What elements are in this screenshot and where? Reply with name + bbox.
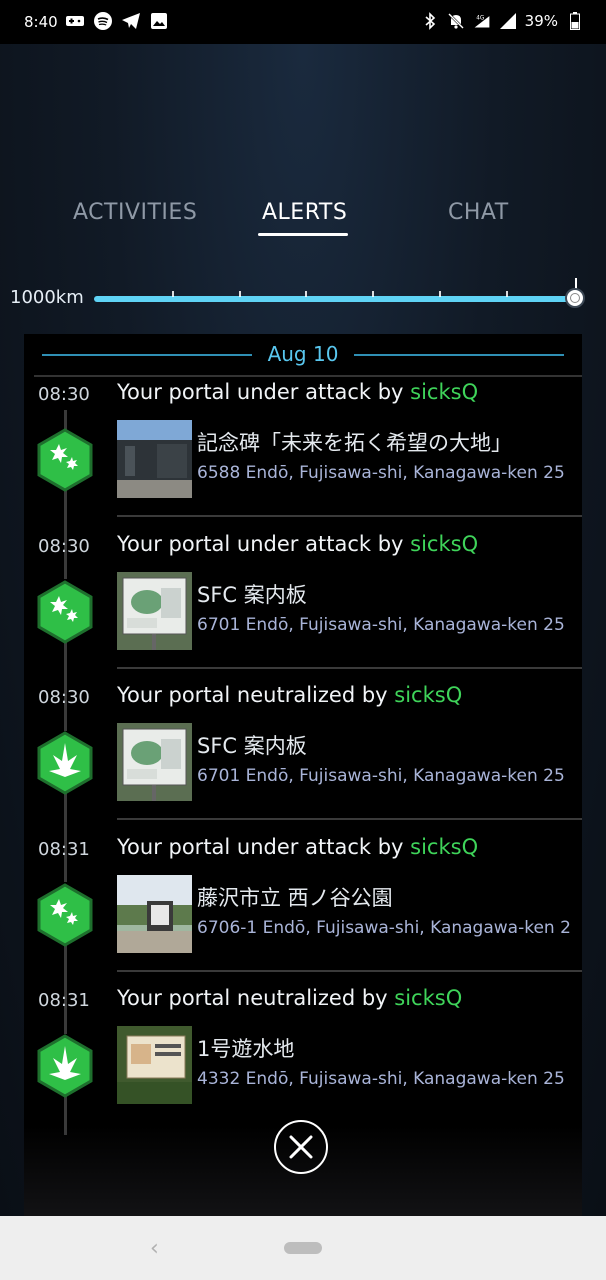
close-icon bbox=[289, 1135, 313, 1159]
portal-address: 6588 Endō, Fujisawa-shi, Kanagawa-ken 25 bbox=[197, 463, 565, 483]
alert-separator bbox=[117, 818, 582, 820]
alert-message: Your portal neutralized by sicksQ bbox=[117, 986, 462, 1010]
home-pill-icon[interactable] bbox=[284, 1242, 322, 1254]
alert-message-text: Your portal under attack by bbox=[117, 834, 411, 859]
range-tick bbox=[239, 291, 241, 297]
alert-time: 08:30 bbox=[38, 687, 90, 708]
battery-icon bbox=[566, 12, 584, 30]
alert-time: 08:31 bbox=[38, 990, 90, 1011]
close-button[interactable] bbox=[274, 1120, 328, 1174]
alert-message-text: Your portal neutralized by bbox=[117, 986, 395, 1010]
tab-activities[interactable]: ACTIVITIES bbox=[73, 200, 197, 225]
neutralized-hex-icon bbox=[37, 731, 93, 795]
range-tick bbox=[305, 291, 307, 297]
agent-name[interactable]: sicksQ bbox=[410, 380, 478, 404]
alert-time: 08:31 bbox=[38, 838, 90, 860]
alert-message: Your portal under attack by sicksQ bbox=[117, 532, 478, 556]
tab-chat[interactable]: CHAT bbox=[448, 200, 509, 225]
portal-address: 4332 Endō, Fujisawa-shi, Kanagawa-ken 25 bbox=[197, 1069, 565, 1089]
alert-message: Your portal neutralized by sicksQ bbox=[117, 683, 462, 707]
range-tick bbox=[439, 291, 441, 297]
portal-address: 6701 Endō, Fujisawa-shi, Kanagawa-ken 25 bbox=[197, 766, 565, 786]
portal-thumbnail[interactable] bbox=[117, 571, 192, 650]
portal-name[interactable]: 藤沢市立 西ノ谷公園 bbox=[197, 882, 393, 912]
portal-name[interactable]: SFC 案内板 bbox=[197, 579, 307, 609]
mute-icon bbox=[447, 12, 465, 30]
alert-separator bbox=[117, 515, 582, 517]
date-header: Aug 10 bbox=[24, 342, 582, 366]
tab-active-indicator bbox=[258, 233, 348, 236]
portal-thumbnail[interactable] bbox=[117, 1026, 192, 1104]
alert-item[interactable]: 08:31 Your portal neutralized by sicksQ 1号… bbox=[24, 982, 582, 1133]
alert-message-text: Your portal under attack by bbox=[117, 531, 411, 556]
alert-time: 08:30 bbox=[38, 535, 90, 557]
range-tick bbox=[172, 291, 174, 297]
status-bar: 8:40 4G 39% bbox=[0, 0, 606, 44]
agent-name[interactable]: sicksQ bbox=[394, 683, 462, 707]
telegram-icon bbox=[122, 12, 140, 30]
range-tick bbox=[372, 291, 374, 297]
tab-bar: ACTIVITIES ALERTS CHAT bbox=[0, 200, 606, 240]
status-time: 8:40 bbox=[24, 13, 58, 31]
portal-address: 6706-1 Endō, Fujisawa-shi, Kanagawa-ken … bbox=[197, 917, 571, 938]
alert-message-text: Your portal neutralized by bbox=[117, 683, 395, 707]
alert-item[interactable]: 08:31 Your portal under attack by sicksQ 藤… bbox=[24, 831, 582, 982]
alert-item[interactable]: 08:30 Your portal under attack by sicksQ S… bbox=[24, 528, 582, 679]
alert-separator bbox=[117, 666, 582, 669]
alert-item[interactable]: 08:30 Your portal neutralized by sicksQ SF… bbox=[24, 679, 582, 830]
alert-message-text: Your portal under attack by bbox=[117, 380, 411, 404]
alert-item[interactable]: 08:30 Your portal under attack by sicksQ 記… bbox=[24, 376, 582, 527]
tab-alerts[interactable]: ALERTS bbox=[262, 200, 347, 225]
agent-name[interactable]: sicksQ bbox=[410, 532, 478, 556]
alert-message: Your portal under attack by sicksQ bbox=[117, 380, 478, 404]
alert-time: 08:30 bbox=[38, 384, 90, 405]
range-label: 1000km bbox=[10, 287, 84, 308]
portal-name[interactable]: 記念碑「未来を拓く希望の大地」 bbox=[197, 427, 512, 457]
portal-name[interactable]: SFC 案内板 bbox=[197, 730, 307, 760]
range-slider-track[interactable] bbox=[94, 296, 576, 302]
attack-hex-icon bbox=[37, 428, 93, 492]
battery-percent: 39% bbox=[524, 12, 558, 30]
alert-separator bbox=[117, 969, 582, 972]
portal-thumbnail[interactable] bbox=[117, 723, 192, 801]
back-chevron-icon[interactable]: ‹ bbox=[150, 1236, 159, 1261]
alert-message: Your portal under attack by sicksQ bbox=[117, 835, 478, 859]
bluetooth-icon bbox=[421, 12, 439, 30]
signal-icon bbox=[499, 12, 517, 30]
range-slider-thumb[interactable] bbox=[565, 288, 585, 308]
attack-hex-icon bbox=[37, 579, 93, 644]
neutralized-hex-icon bbox=[37, 1034, 93, 1098]
signal-4g-icon: 4G bbox=[473, 12, 491, 30]
gamepad-icon bbox=[66, 12, 84, 30]
portal-thumbnail[interactable] bbox=[117, 874, 192, 953]
portal-address: 6701 Endō, Fujisawa-shi, Kanagawa-ken 25 bbox=[197, 614, 565, 635]
spotify-icon bbox=[94, 12, 112, 30]
range-tick bbox=[506, 291, 508, 297]
svg-text:4G: 4G bbox=[476, 15, 484, 21]
portal-name[interactable]: 1号遊水地 bbox=[197, 1033, 294, 1063]
agent-name[interactable]: sicksQ bbox=[394, 986, 462, 1010]
agent-name[interactable]: sicksQ bbox=[410, 835, 478, 859]
status-right-icons: 4G 39% bbox=[421, 12, 584, 30]
image-icon bbox=[150, 12, 168, 30]
alerts-panel: Aug 10 08:30 Your portal under attack by … bbox=[24, 334, 582, 1216]
attack-hex-icon bbox=[37, 882, 93, 947]
system-nav-bar: ‹ bbox=[0, 1216, 606, 1280]
portal-thumbnail[interactable] bbox=[117, 420, 192, 498]
date-header-text: Aug 10 bbox=[253, 342, 353, 366]
status-left-icons bbox=[66, 12, 168, 30]
